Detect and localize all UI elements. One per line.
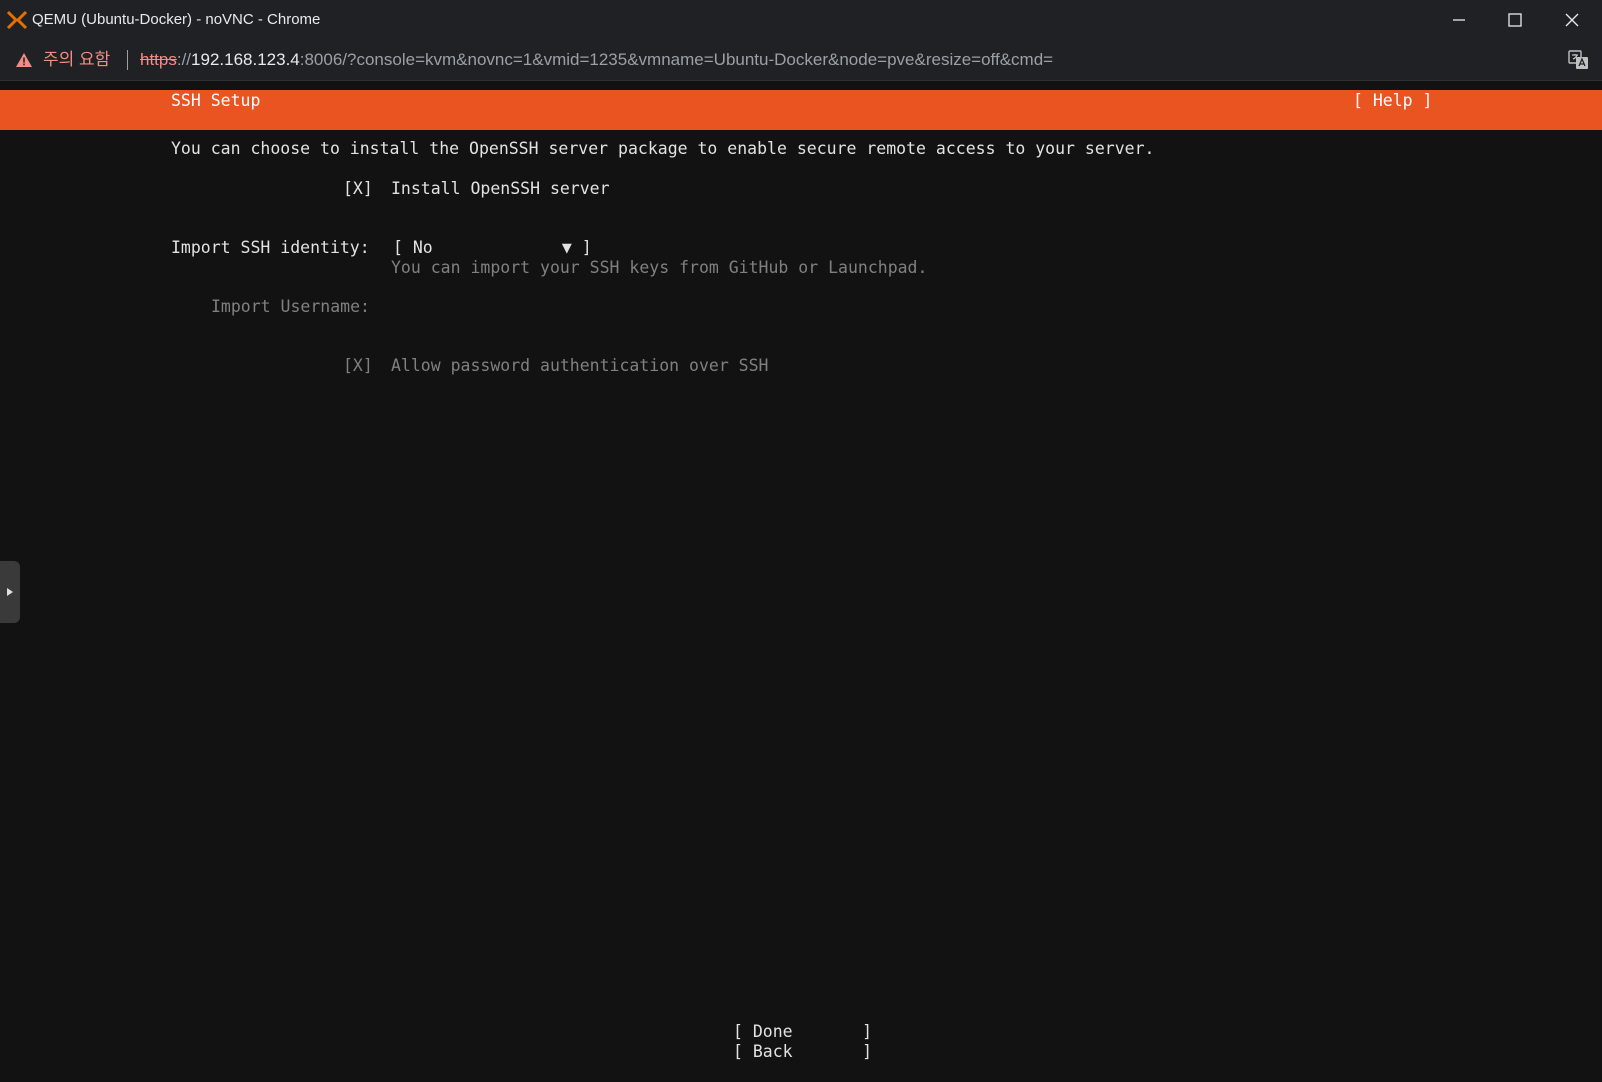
install-openssh-checkbox[interactable]: [X]	[343, 178, 373, 200]
url-separator: ://	[176, 50, 192, 69]
back-button[interactable]: [ Back ]	[733, 1041, 872, 1063]
url-host: 192.168.123.4	[191, 50, 300, 69]
intro-text: You can choose to install the OpenSSH se…	[171, 139, 1155, 158]
done-button[interactable]: [ Done ]	[733, 1021, 872, 1043]
url-path: :8006/?console=kvm&novnc=1&vmid=1235&vmn…	[299, 50, 1054, 69]
security-warning-label[interactable]: 주의 요함	[43, 49, 110, 71]
close-icon	[1565, 13, 1579, 27]
minimize-button[interactable]	[1431, 0, 1487, 40]
import-username-label: Import Username:	[211, 297, 370, 316]
novnc-sidebar-toggle[interactable]	[0, 561, 20, 623]
address-bar[interactable]: 주의 요함 https://192.168.123.4:8006/?consol…	[0, 40, 1602, 81]
allow-password-auth-checkbox: [X]	[343, 356, 373, 375]
window-title: QEMU (Ubuntu-Docker) - noVNC - Chrome	[32, 11, 321, 28]
expand-arrow-icon	[7, 588, 13, 596]
translate-icon[interactable]	[1568, 49, 1590, 71]
url-text[interactable]: https://192.168.123.4:8006/?console=kvm&…	[140, 49, 1053, 71]
install-openssh-label[interactable]: Install OpenSSH server	[391, 178, 610, 200]
minimize-icon	[1453, 19, 1465, 21]
dropdown-arrow-icon: ▼	[561, 238, 572, 257]
select-value: No	[412, 238, 433, 257]
url-scheme: https	[140, 50, 177, 69]
warning-icon[interactable]	[15, 51, 33, 69]
vnc-console[interactable]: SSH Setup [ Help ] You can choose to ins…	[0, 81, 1602, 1082]
import-ssh-identity-hint: You can import your SSH keys from GitHub…	[391, 258, 928, 277]
page-title: SSH Setup	[171, 91, 261, 110]
allow-password-auth-label: Allow password authentication over SSH	[391, 356, 769, 375]
address-divider	[127, 50, 128, 70]
proxmox-logo-icon	[6, 10, 28, 30]
maximize-button[interactable]	[1487, 0, 1543, 40]
close-window-button[interactable]	[1544, 0, 1600, 40]
import-ssh-identity-select[interactable]: [ No ▼ ]	[393, 237, 592, 259]
select-open-bracket: [	[393, 238, 403, 257]
window-titlebar: QEMU (Ubuntu-Docker) - noVNC - Chrome	[0, 0, 1602, 40]
import-ssh-identity-label: Import SSH identity:	[171, 238, 370, 257]
maximize-icon	[1508, 13, 1522, 27]
help-button[interactable]: [ Help ]	[1353, 90, 1432, 112]
select-close-bracket: ]	[581, 238, 592, 257]
